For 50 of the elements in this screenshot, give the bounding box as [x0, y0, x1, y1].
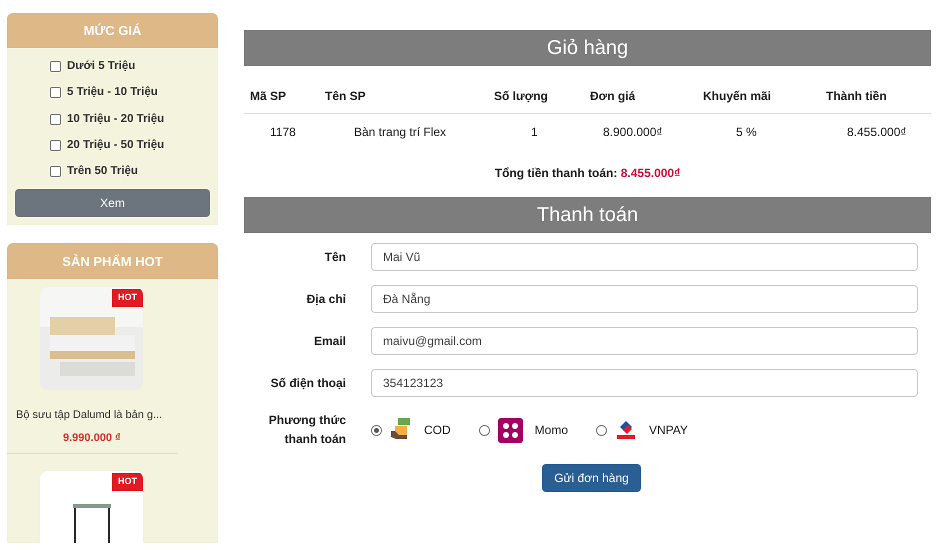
hot-badge: HOT	[112, 473, 143, 491]
table-cell: Bàn trang trí Flex	[354, 125, 446, 139]
section-header: Giỏ hàng	[244, 30, 931, 66]
column-header: Mã SP	[250, 89, 286, 103]
radio-button[interactable]	[478, 424, 490, 436]
table-cell: 8.900.000₫	[603, 125, 663, 139]
submit-order-button[interactable]: Gửi đơn hàng	[542, 464, 641, 492]
checkbox[interactable]	[50, 87, 61, 98]
field-label: Phương thức thanh toán	[268, 412, 346, 448]
table-cell: 1	[531, 125, 538, 139]
radio-button[interactable]	[596, 424, 608, 436]
column-header: Khuyến mãi	[703, 89, 772, 103]
input-field[interactable]: 354123123	[371, 369, 918, 397]
checkbox-label: Trên 50 Triệu	[67, 164, 138, 179]
field-label: Email	[314, 333, 346, 350]
panel-header: SẢN PHẨM HOT	[7, 243, 218, 280]
checkbox[interactable]	[50, 140, 61, 151]
field-label: Tên	[324, 249, 346, 266]
checkbox-label: 5 Triệu - 10 Triệu	[67, 85, 158, 100]
table-cell: 1178	[270, 125, 296, 139]
radio-button[interactable]	[371, 424, 382, 436]
checkbox-label: 10 Triệu - 20 Triệu	[67, 112, 164, 126]
checkbox[interactable]	[50, 166, 61, 178]
input-field[interactable]: Mai Vũ	[371, 243, 918, 271]
table-cell: 5 %	[736, 125, 757, 139]
order-total: Tổng tiền thanh toán: 8.455.000₫	[494, 165, 680, 182]
column-header: Số lượng	[494, 89, 548, 103]
table-cell: 8.455.000₫	[847, 125, 907, 139]
input-field[interactable]: maivu@gmail.com	[371, 327, 918, 355]
view-button[interactable]: Xem	[15, 189, 210, 218]
checkbox[interactable]	[50, 61, 61, 72]
payment-option-label: Momo	[534, 422, 568, 439]
column-header: Đơn giá	[590, 89, 636, 103]
checkbox-label: 20 Triệu - 50 Triệu	[67, 138, 164, 153]
product-name[interactable]: Bộ sưu tập Dalumd là bản g...	[16, 407, 218, 424]
wallet-logo-icon	[498, 418, 523, 442]
column-header: Thành tiền	[826, 89, 887, 103]
checkbox-label: Dưới 5 Triệu	[67, 59, 136, 74]
payment-logo-icon	[615, 419, 638, 441]
field-label: Số điện thoại	[270, 375, 346, 392]
field-label: Địa chỉ	[306, 291, 346, 308]
panel-header: MỨC GIÁ	[7, 13, 218, 48]
section-header: Thanh toán	[244, 197, 931, 233]
input-field[interactable]: Đà Nẵng	[371, 285, 918, 313]
payment-option-label: COD	[424, 422, 451, 439]
checkbox[interactable]	[50, 114, 61, 125]
payment-option-label: VNPAY	[649, 422, 688, 439]
hot-badge: HOT	[112, 289, 143, 307]
column-header: Tên SP	[325, 89, 366, 103]
product-price: 9.990.000 ₫	[63, 430, 122, 446]
